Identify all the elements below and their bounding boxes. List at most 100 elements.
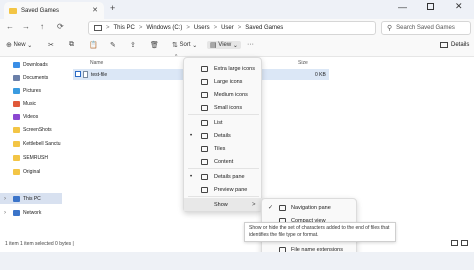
forward-button[interactable]: →: [22, 22, 30, 31]
menu-item-details-pane[interactable]: • Details pane: [184, 170, 263, 183]
menu-item-label: Tiles: [214, 145, 226, 152]
share-icon[interactable]: ⇪: [130, 41, 136, 49]
breadcrumb-saved-games[interactable]: Saved Games: [245, 25, 283, 31]
row-checkbox[interactable]: [75, 71, 81, 77]
sidebar-item-label: SEMRUSH: [23, 155, 49, 161]
menu-item-tiles[interactable]: Tiles: [184, 142, 263, 155]
menu-item-label: Small icons: [214, 104, 243, 111]
sort-label: Sort: [179, 42, 191, 48]
plus-icon: ⊕: [6, 42, 12, 49]
folder-icon: [13, 210, 20, 216]
breadcrumb-windows-c[interactable]: Windows (C:): [146, 25, 182, 31]
sidebar-item-this-pc[interactable]: This PC: [13, 196, 41, 202]
tab-title: Saved Games: [21, 7, 60, 14]
maximize-button[interactable]: [427, 3, 434, 10]
back-button[interactable]: ←: [6, 22, 14, 31]
sort-indicator-icon: ^: [175, 54, 178, 60]
sidebar-item-videos[interactable]: Videos: [13, 114, 38, 120]
selected-bullet-icon: •: [190, 132, 193, 139]
breadcrumb-user[interactable]: User: [221, 25, 234, 31]
sidebar-item-documents[interactable]: Documents: [13, 75, 48, 81]
menu-item-medium-icons[interactable]: Medium icons: [184, 88, 263, 101]
new-tab-button[interactable]: +: [110, 3, 115, 13]
submenu-item-label: Navigation pane: [291, 205, 331, 211]
folder-icon: [13, 101, 20, 107]
view-layout-icon: [201, 65, 208, 72]
address-bar[interactable]: > This PC > Windows (C:) > Users > User …: [88, 21, 376, 35]
minimize-button[interactable]: —: [398, 2, 407, 12]
view-label: View: [218, 42, 232, 48]
menu-item-preview-pane[interactable]: Preview pane: [184, 183, 263, 196]
menu-item-extra-large-icons[interactable]: Extra large icons: [184, 62, 263, 75]
breadcrumb-separator: >: [186, 25, 190, 31]
sidebar-item-original[interactable]: Original: [13, 169, 40, 175]
menu-divider: [188, 114, 259, 115]
sidebar-item-label: Original: [23, 169, 41, 175]
sidebar-item-music[interactable]: Music: [13, 101, 36, 107]
view-icon: ▤: [210, 42, 217, 49]
tab-close-icon[interactable]: ✕: [92, 6, 98, 14]
menu-item-large-icons[interactable]: Large icons: [184, 75, 263, 88]
menu-item-content[interactable]: Content: [184, 155, 263, 168]
folder-icon: [13, 75, 20, 81]
menu-item-details[interactable]: • Details: [184, 129, 263, 142]
menu-item-label: Preview pane: [214, 186, 248, 193]
breadcrumb-separator: >: [138, 25, 143, 31]
expand-arrow-icon[interactable]: ›: [4, 210, 6, 216]
refresh-button[interactable]: ⟳: [57, 22, 64, 31]
submenu-item-navigation-pane[interactable]: ✓ Navigation pane: [262, 202, 358, 215]
sidebar-item-label: Documents: [23, 75, 49, 81]
sidebar-item-pictures[interactable]: Pictures: [13, 88, 41, 94]
expand-arrow-icon[interactable]: ›: [4, 196, 6, 202]
view-layout-icon: [201, 145, 208, 152]
sidebar-item-screenshots[interactable]: ScreenShots: [13, 127, 52, 133]
more-options-icon[interactable]: ···: [247, 41, 254, 48]
copy-icon[interactable]: ⧉: [69, 41, 74, 49]
details-view-icon[interactable]: [451, 240, 458, 246]
rename-icon[interactable]: ✎: [110, 41, 116, 49]
navigation-bar: ← → ↑ ⟳ > This PC > Windows (C:) > Users…: [0, 19, 474, 38]
tab-saved-games[interactable]: Saved Games ✕: [4, 2, 104, 19]
details-pane-button[interactable]: Details: [440, 42, 469, 48]
search-box[interactable]: ⚲ Search Saved Games: [381, 21, 471, 35]
paste-icon[interactable]: 📋: [89, 41, 98, 49]
sidebar-item-kettlebell-sanctu[interactable]: Kettlebell Sanctu: [13, 141, 61, 147]
menu-item-small-icons[interactable]: Small icons: [184, 101, 263, 114]
view-layout-icon: [201, 132, 208, 139]
sidebar-item-semrush[interactable]: SEMRUSH: [13, 155, 48, 161]
view-button[interactable]: ▤ View ⌄: [207, 41, 241, 49]
menu-item-label: Large icons: [214, 78, 243, 85]
chevron-down-icon: ⌄: [27, 42, 33, 49]
sort-button[interactable]: ⇅ Sort ⌄: [172, 41, 197, 49]
delete-icon[interactable]: 🗑: [150, 41, 159, 49]
breadcrumb-this-pc[interactable]: This PC: [114, 25, 135, 31]
file-size: 0 KB: [315, 72, 326, 78]
sidebar-item-downloads[interactable]: Downloads: [13, 62, 48, 68]
command-bar: ⊕ New ⌄ ✂ ⧉ 📋 ✎ ⇪ 🗑 ⇅ Sort ⌄ ▤ View ⌄ ··…: [0, 38, 474, 57]
checkmark-icon: ✓: [268, 205, 274, 211]
folder-icon: [13, 127, 20, 133]
file-icon: [83, 71, 88, 78]
column-header-size[interactable]: Size: [298, 60, 308, 66]
up-button[interactable]: ↑: [40, 22, 44, 31]
menu-item-label: Show: [214, 201, 228, 208]
close-window-button[interactable]: ✕: [455, 1, 463, 12]
new-label: New: [13, 42, 26, 48]
view-layout-icon: [201, 173, 208, 180]
view-layout-icon: [201, 104, 208, 111]
monitor-icon: [94, 25, 102, 31]
menu-item-list[interactable]: List: [184, 116, 263, 129]
status-bar: 1 item 1 item selected 0 bytes |: [0, 238, 474, 250]
menu-divider: [188, 168, 259, 169]
tiles-view-icon[interactable]: [461, 240, 468, 246]
sidebar-item-network[interactable]: Network: [13, 210, 41, 216]
new-button[interactable]: ⊕ New ⌄: [6, 41, 32, 49]
menu-item-label: List: [214, 119, 223, 126]
breadcrumb-users[interactable]: Users: [194, 25, 210, 31]
folder-icon: [13, 169, 20, 175]
title-bar: Saved Games ✕ + — ✕: [0, 0, 474, 19]
column-header-name[interactable]: Name: [90, 60, 103, 66]
breadcrumb-separator: >: [213, 25, 218, 31]
cut-icon[interactable]: ✂: [48, 41, 54, 49]
menu-item-show[interactable]: Show >: [184, 198, 263, 211]
